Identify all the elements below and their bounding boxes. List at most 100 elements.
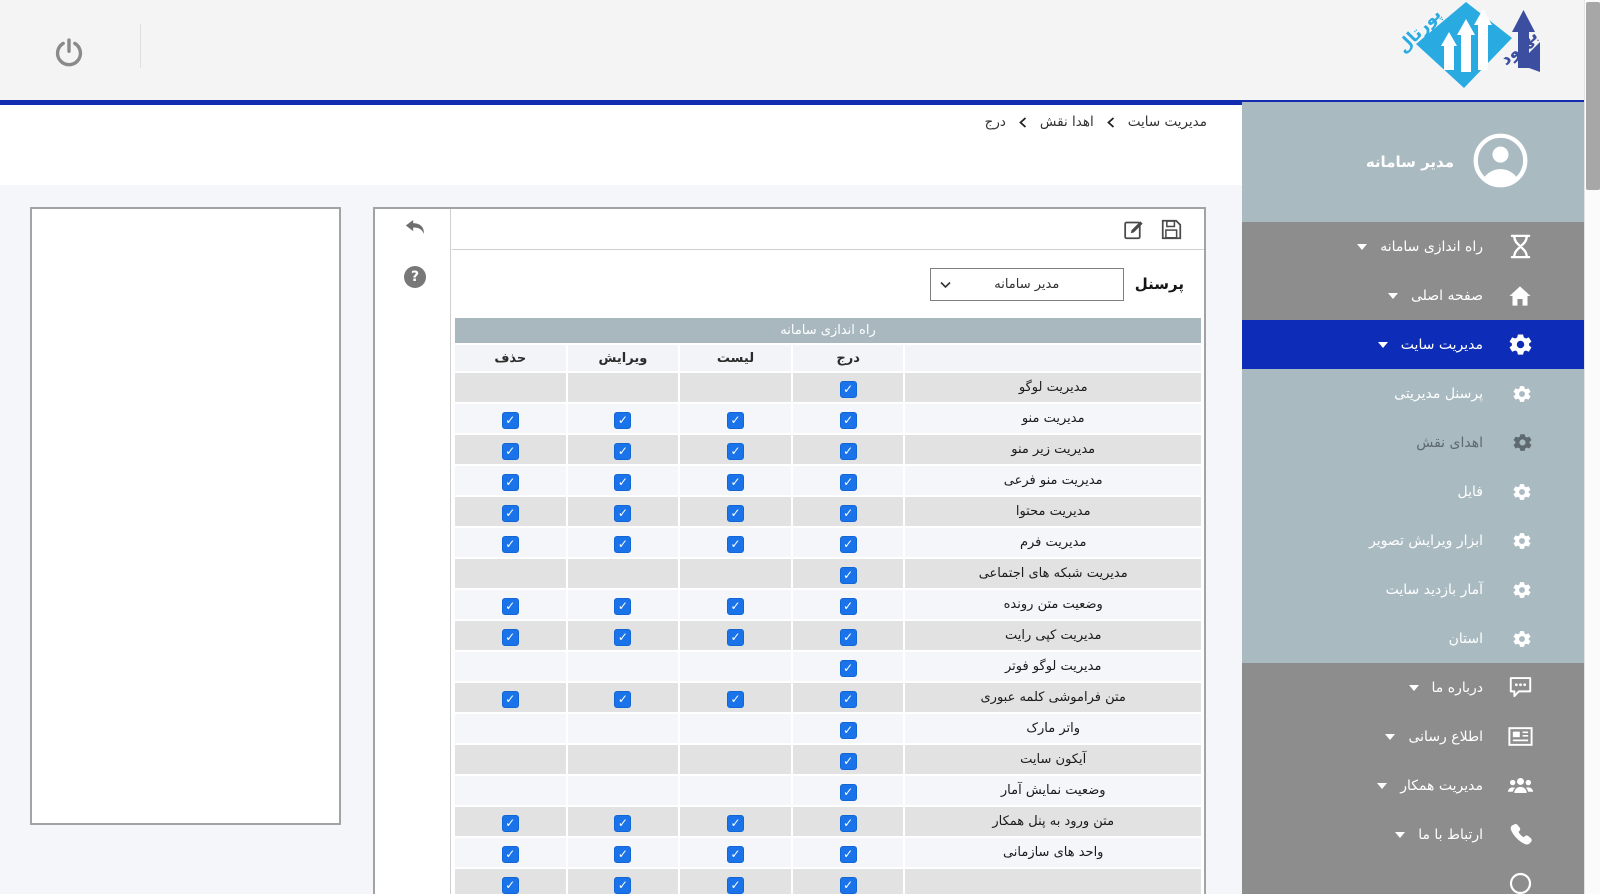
permission-checkbox-checked[interactable]: ✓ — [502, 598, 519, 615]
permission-checkbox-checked[interactable]: ✓ — [727, 629, 744, 646]
sidebar-item-partial[interactable] — [1242, 859, 1584, 894]
permission-cell: ✓ — [568, 435, 679, 464]
permission-cell: ✓ — [680, 869, 791, 894]
gear-icon — [1512, 580, 1532, 600]
permission-checkbox-checked[interactable]: ✓ — [502, 691, 519, 708]
sidebar-subitem-role-grant[interactable]: اهدای نقش — [1242, 418, 1584, 467]
row-label: مدیریت زیر منو — [905, 435, 1201, 464]
permission-cell: ✓ — [455, 621, 566, 650]
permission-checkbox-checked[interactable]: ✓ — [840, 815, 857, 832]
table-row: متن ورود به پنل همکار✓✓✓✓ — [455, 807, 1201, 836]
permission-checkbox-checked[interactable]: ✓ — [614, 474, 631, 491]
permission-cell: ✓ — [568, 590, 679, 619]
permission-checkbox-checked[interactable]: ✓ — [502, 443, 519, 460]
logout-button[interactable] — [54, 37, 84, 67]
sidebar-item-label: ارتباط با ما — [1418, 827, 1483, 843]
permission-cell — [455, 714, 566, 743]
permission-checkbox-checked[interactable]: ✓ — [614, 846, 631, 863]
caret-down-icon — [1377, 783, 1387, 789]
sidebar-item-system-setup[interactable]: راه اندازی سامانه — [1242, 222, 1584, 271]
permission-cell — [455, 745, 566, 774]
sidebar-subitem-admin-personnel[interactable]: پرسنل مدیریتی — [1242, 369, 1584, 418]
table-row: مدیریت شبکه های اجتماعی✓ — [455, 559, 1201, 588]
permission-cell: ✓ — [568, 683, 679, 712]
permission-checkbox-checked[interactable]: ✓ — [840, 784, 857, 801]
page-scrollbar[interactable] — [1584, 0, 1600, 894]
permission-checkbox-checked[interactable]: ✓ — [727, 505, 744, 522]
permission-checkbox-checked[interactable]: ✓ — [727, 536, 744, 553]
permission-checkbox-checked[interactable]: ✓ — [502, 474, 519, 491]
help-button[interactable]: ? — [404, 266, 426, 288]
permission-checkbox-checked[interactable]: ✓ — [614, 598, 631, 615]
sidebar-subitem-image-editor[interactable]: ابزار ویرایش تصویر — [1242, 516, 1584, 565]
sidebar-subitem-file[interactable]: فایل — [1242, 467, 1584, 516]
edit-button[interactable] — [1124, 219, 1145, 240]
logo-graphic-icon: بهبود پورتال — [1394, 2, 1544, 98]
permission-cell: ✓ — [680, 807, 791, 836]
permission-checkbox-checked[interactable]: ✓ — [502, 846, 519, 863]
permission-checkbox-checked[interactable]: ✓ — [727, 443, 744, 460]
scrollbar-thumb[interactable] — [1586, 2, 1600, 190]
sidebar-item-label: اطلاع رسانی — [1408, 729, 1483, 745]
permission-checkbox-checked[interactable]: ✓ — [840, 505, 857, 522]
permission-checkbox-checked[interactable]: ✓ — [727, 412, 744, 429]
permission-checkbox-checked[interactable]: ✓ — [614, 505, 631, 522]
back-button[interactable] — [404, 219, 426, 237]
permission-checkbox-checked[interactable]: ✓ — [727, 691, 744, 708]
permission-checkbox-checked[interactable]: ✓ — [614, 877, 631, 894]
permission-checkbox-checked[interactable]: ✓ — [614, 691, 631, 708]
row-label: مدیریت منو فرعی — [905, 466, 1201, 495]
permission-checkbox-checked[interactable]: ✓ — [840, 598, 857, 615]
permission-checkbox-checked[interactable]: ✓ — [840, 629, 857, 646]
sidebar-item-label: راه اندازی سامانه — [1380, 239, 1483, 255]
permission-checkbox-checked[interactable]: ✓ — [840, 443, 857, 460]
permission-checkbox-checked[interactable]: ✓ — [502, 505, 519, 522]
permission-cell: ✓ — [568, 869, 679, 894]
permission-checkbox-checked[interactable]: ✓ — [840, 877, 857, 894]
sidebar-item-site-management[interactable]: مدیریت سایت — [1242, 320, 1584, 369]
permission-checkbox-checked[interactable]: ✓ — [502, 877, 519, 894]
permission-checkbox-checked[interactable]: ✓ — [502, 629, 519, 646]
permission-checkbox-checked[interactable]: ✓ — [840, 660, 857, 677]
permission-checkbox-checked[interactable]: ✓ — [502, 815, 519, 832]
permission-checkbox-checked[interactable]: ✓ — [840, 381, 857, 398]
permission-checkbox-checked[interactable]: ✓ — [840, 753, 857, 770]
permission-checkbox-checked[interactable]: ✓ — [727, 474, 744, 491]
sidebar-item-home[interactable]: صفحه اصلی — [1242, 271, 1584, 320]
permission-checkbox-checked[interactable]: ✓ — [614, 629, 631, 646]
permission-checkbox-checked[interactable]: ✓ — [840, 722, 857, 739]
permission-checkbox-checked[interactable]: ✓ — [840, 474, 857, 491]
sidebar-subitem-province[interactable]: استان — [1242, 614, 1584, 663]
app-logo: بهبود پورتال — [1394, 2, 1544, 98]
permission-checkbox-checked[interactable]: ✓ — [840, 567, 857, 584]
sidebar-item-partner-management[interactable]: مدیریت همکار — [1242, 761, 1584, 810]
permission-checkbox-checked[interactable]: ✓ — [614, 412, 631, 429]
permission-checkbox-checked[interactable]: ✓ — [840, 846, 857, 863]
sidebar-item-contact-us[interactable]: ارتباط با ما — [1242, 810, 1584, 859]
permission-checkbox-checked[interactable]: ✓ — [727, 846, 744, 863]
permission-checkbox-checked[interactable]: ✓ — [727, 598, 744, 615]
breadcrumb-item-role-grant[interactable]: اهدا نقش — [1040, 114, 1094, 130]
avatar[interactable] — [1473, 133, 1528, 188]
save-button[interactable] — [1161, 219, 1182, 240]
breadcrumb-item-site-management[interactable]: مدیریت سایت — [1128, 114, 1207, 130]
sidebar-subitem-visit-stats[interactable]: آمار بازدید سایت — [1242, 565, 1584, 614]
permission-checkbox-checked[interactable]: ✓ — [502, 536, 519, 553]
permission-checkbox-checked[interactable]: ✓ — [614, 815, 631, 832]
permission-checkbox-checked[interactable]: ✓ — [614, 536, 631, 553]
permission-cell — [680, 559, 791, 588]
sidebar-item-about-us[interactable]: درباره ما — [1242, 663, 1584, 712]
permission-checkbox-checked[interactable]: ✓ — [727, 815, 744, 832]
panel-toolbar — [452, 209, 1204, 250]
permission-checkbox-checked[interactable]: ✓ — [840, 691, 857, 708]
permission-checkbox-checked[interactable]: ✓ — [840, 536, 857, 553]
permission-checkbox-checked[interactable]: ✓ — [840, 412, 857, 429]
permission-checkbox-checked[interactable]: ✓ — [727, 877, 744, 894]
row-label: مدیریت لوگو — [905, 373, 1201, 402]
personnel-select[interactable]: مدیر سامانه — [930, 268, 1124, 301]
permission-checkbox-checked[interactable]: ✓ — [502, 412, 519, 429]
sidebar-item-announcements[interactable]: اطلاع رسانی — [1242, 712, 1584, 761]
permission-checkbox-checked[interactable]: ✓ — [614, 443, 631, 460]
permission-cell: ✓ — [680, 528, 791, 557]
person-circle-icon — [1473, 133, 1528, 188]
